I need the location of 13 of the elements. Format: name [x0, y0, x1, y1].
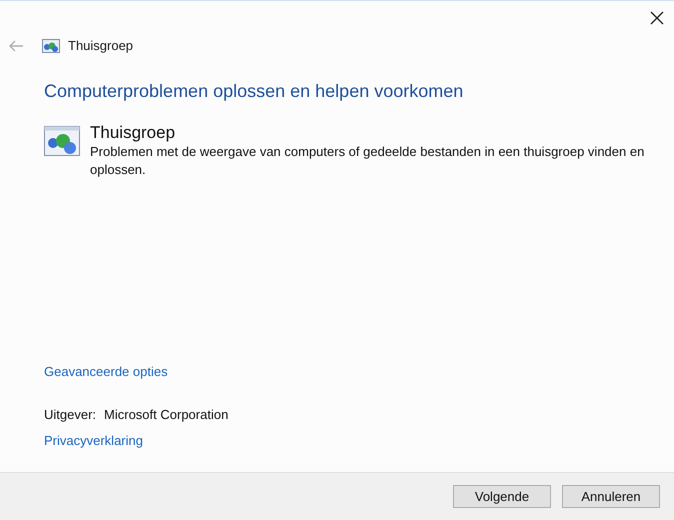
- troubleshooter-title[interactable]: Thuisgroep: [90, 123, 650, 143]
- close-icon[interactable]: [650, 11, 664, 25]
- publisher-label: Uitgever:: [44, 406, 96, 424]
- advanced-options-link[interactable]: Geavanceerde opties: [44, 362, 168, 381]
- homegroup-icon: [42, 39, 60, 53]
- next-button[interactable]: Volgende: [453, 485, 551, 508]
- page-heading: Computerproblemen oplossen en helpen voorkomen: [44, 80, 464, 103]
- window-title: Thuisgroep: [68, 37, 134, 56]
- troubleshooter-description: Problemen met de weergave van computers of gedeelde bestanden in een thuisgroep vinden en oplossen.: [90, 143, 646, 179]
- publisher-name: Microsoft Corporation: [104, 406, 228, 424]
- homegroup-icon: [44, 126, 80, 156]
- privacy-link[interactable]: Privacyverklaring: [44, 430, 143, 450]
- cancel-button[interactable]: Annuleren: [562, 485, 660, 508]
